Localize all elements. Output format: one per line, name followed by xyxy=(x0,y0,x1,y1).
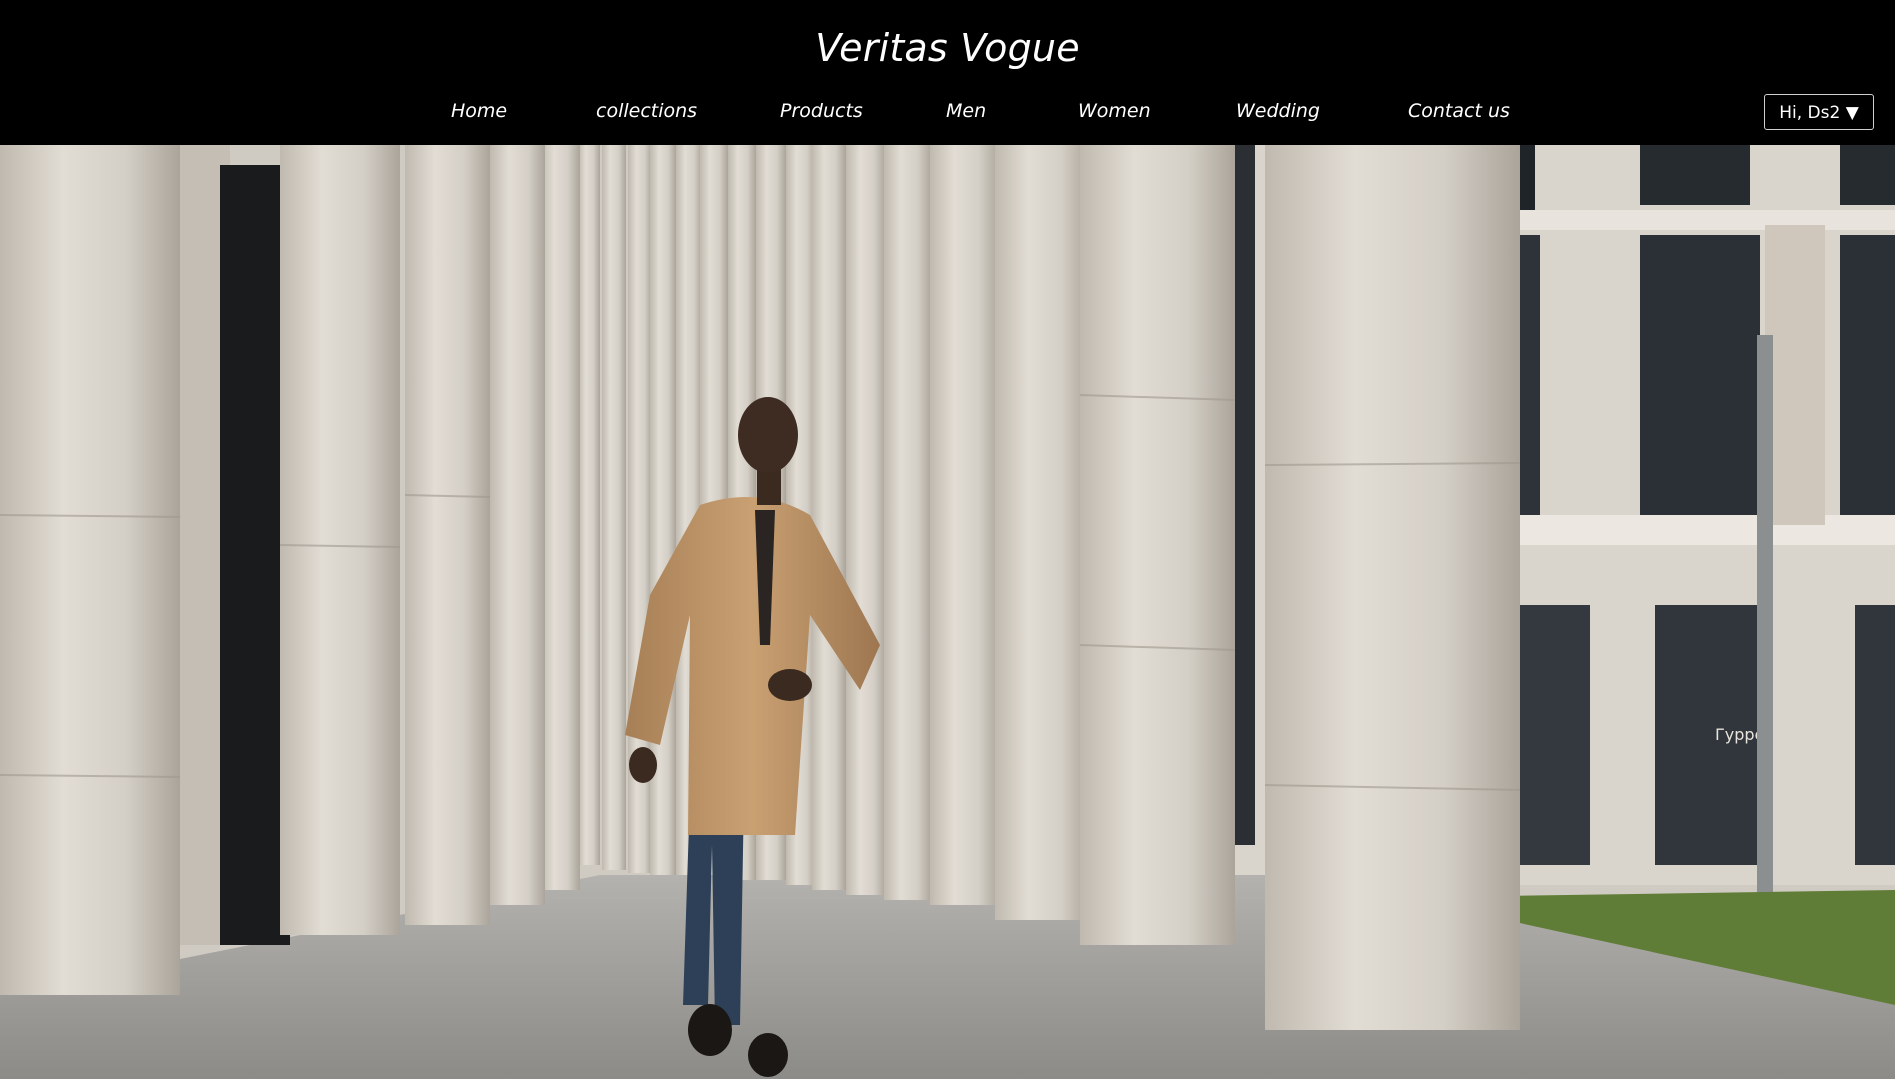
nav-men[interactable]: Men xyxy=(946,100,986,122)
nav-home[interactable]: Home xyxy=(451,100,507,122)
colonnade-left xyxy=(0,145,580,995)
chevron-down-icon: ▼ xyxy=(1845,103,1859,123)
nav-products[interactable]: Products xyxy=(780,100,863,122)
brand-title[interactable]: Veritas Vogue xyxy=(0,26,1895,70)
user-menu-button[interactable]: Hi, Ds2 ▼ xyxy=(1764,94,1874,130)
user-greeting: Hi, Ds2 xyxy=(1779,103,1841,123)
main-nav: Home collections Products Men Women Wedd… xyxy=(0,100,1895,130)
colonnade-right xyxy=(1080,145,1520,1030)
nav-wedding[interactable]: Wedding xyxy=(1236,100,1320,122)
site-header: Veritas Vogue Home collections Products … xyxy=(0,0,1895,145)
nav-collections[interactable]: collections xyxy=(596,100,697,122)
hero-image: Гуррег xyxy=(0,145,1895,1079)
hero-scene: Гуррег xyxy=(0,145,1895,1079)
colonnade-far xyxy=(578,145,1090,920)
nav-women[interactable]: Women xyxy=(1078,100,1151,122)
nav-contact-us[interactable]: Contact us xyxy=(1408,100,1510,122)
